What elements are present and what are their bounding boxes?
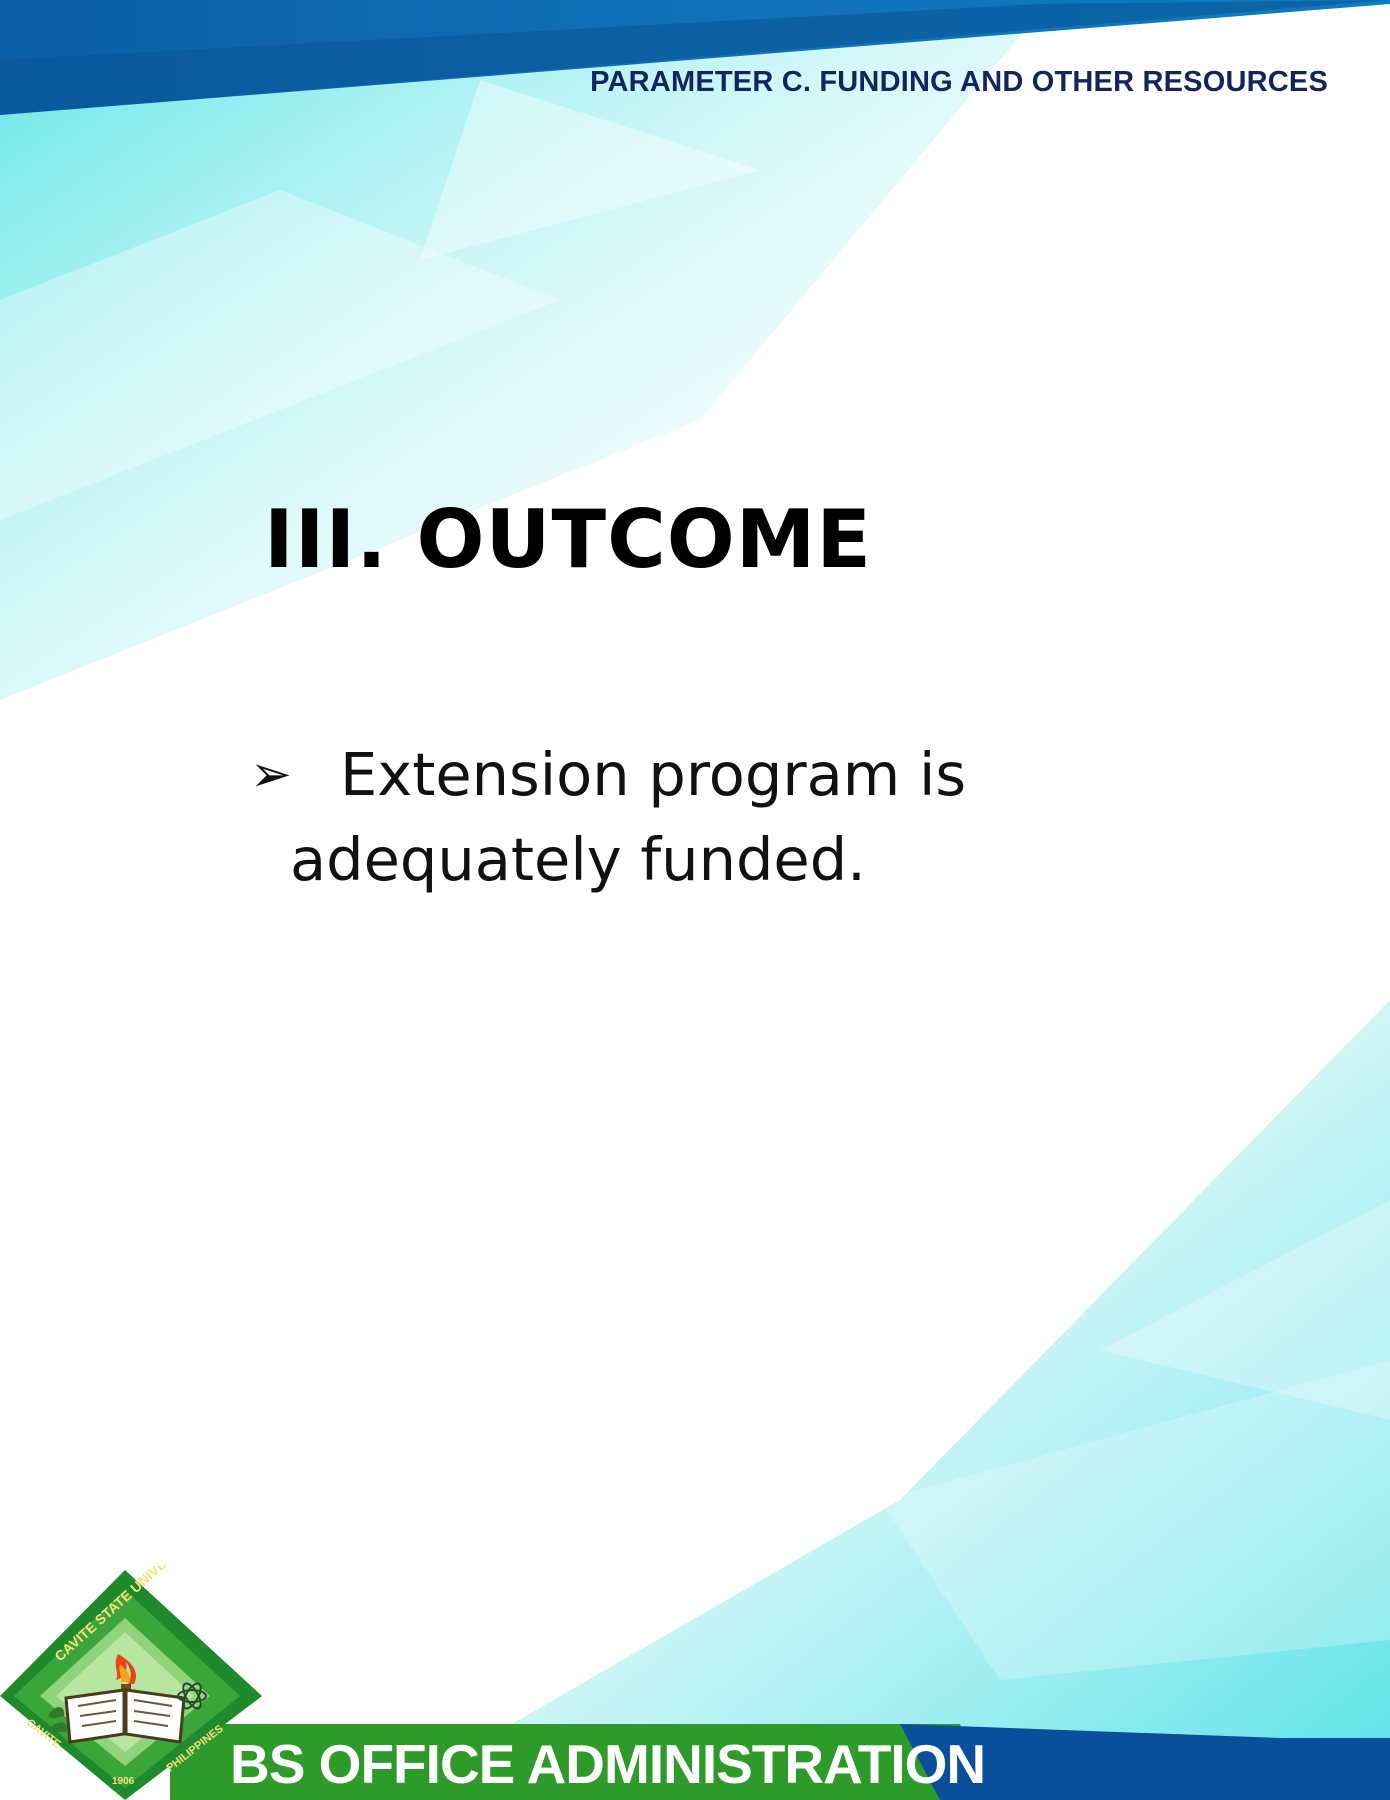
bullet-text-line-1: Extension program is xyxy=(340,740,967,809)
arrow-bullet-icon: ➢ xyxy=(250,745,292,803)
bullet-list-item: ➢ Extension program is adequately funded. xyxy=(250,732,1050,902)
parameter-header: PARAMETER C. FUNDING AND OTHER RESOURCES xyxy=(590,66,1328,98)
program-name-banner: BS OFFICE ADMINISTRATION xyxy=(230,1733,986,1795)
bullet-text-line-2: adequately funded. xyxy=(290,825,866,894)
seal-year: 1906 xyxy=(112,1776,135,1787)
section-title: III. OUTCOME xyxy=(264,493,873,586)
